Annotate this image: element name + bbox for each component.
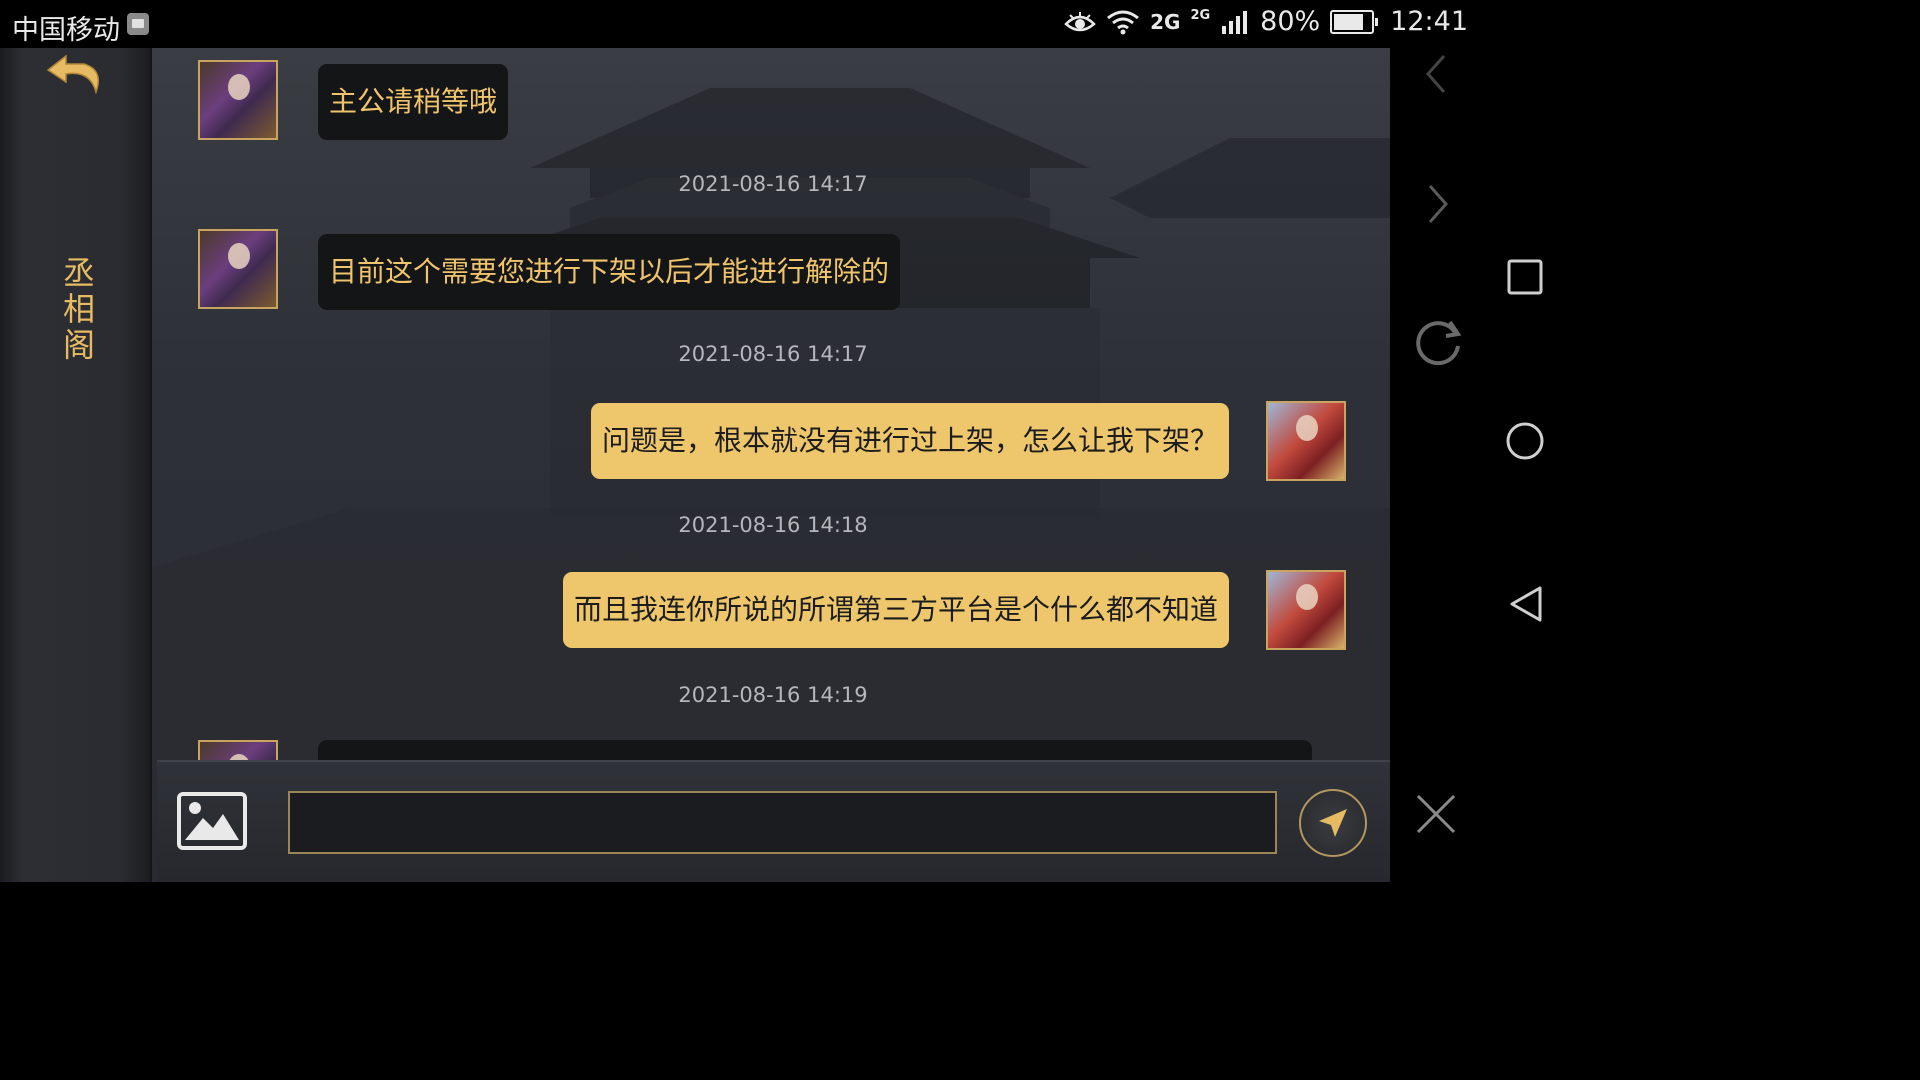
- message-bubble: 目前这个需要您进行下架以后才能进行解除的: [318, 234, 901, 310]
- wifi-icon: [1107, 10, 1140, 34]
- composer-bar: [157, 760, 1390, 882]
- signal-icon: [1222, 10, 1248, 34]
- network-type-b: 2G: [1190, 8, 1211, 23]
- chevron-right-icon[interactable]: [1420, 182, 1456, 226]
- square-icon[interactable]: [1506, 258, 1546, 298]
- battery-percent: 80%: [1260, 6, 1321, 37]
- message-timestamp: 2021-08-16 14:18: [678, 513, 868, 537]
- image-icon[interactable]: [177, 792, 247, 850]
- gallery-notification-icon: [127, 13, 149, 35]
- network-type-a: 2G: [1150, 9, 1181, 34]
- battery-icon: [1330, 9, 1379, 34]
- back-triangle-icon[interactable]: [1506, 584, 1546, 624]
- carrier-name: 中国移动: [12, 15, 120, 46]
- chat-window: 丞相阁 主公请稍等哦 2021-08-16 14:17 目前这个需要您进行下架以…: [0, 48, 1390, 882]
- chevron-left-icon[interactable]: [1418, 52, 1454, 96]
- user-avatar: [1266, 570, 1346, 650]
- message-bubble: 主公请稍等哦: [318, 64, 509, 140]
- status-indicators: 2G 2G 80% 12:41: [1064, 6, 1468, 37]
- support-avatar: [198, 229, 278, 309]
- eye-comfort-icon: [1064, 11, 1096, 31]
- support-avatar: [198, 60, 278, 140]
- message-bubble: 而且我连你所说的所谓第三方平台是个什么都不知道: [562, 572, 1229, 648]
- message-list[interactable]: 主公请稍等哦 2021-08-16 14:17 目前这个需要您进行下架以后才能进…: [150, 48, 1390, 760]
- left-sidebar: 丞相阁: [0, 48, 152, 882]
- clock: 12:41: [1390, 6, 1468, 37]
- message-input[interactable]: [288, 791, 1277, 854]
- message-bubble: 问题是，根本就没有进行过上架，怎么让我下架？: [590, 403, 1229, 479]
- home-circle-icon[interactable]: [1504, 420, 1546, 462]
- message-timestamp: 2021-08-16 14:17: [678, 342, 868, 366]
- message-timestamp: 2021-08-16 14:17: [678, 172, 868, 196]
- support-avatar: [198, 740, 278, 760]
- message-bubble-partial: [318, 740, 1312, 760]
- message-timestamp: 2021-08-16 14:19: [678, 683, 868, 707]
- close-icon[interactable]: [1414, 792, 1458, 836]
- sidebar-title: 丞相阁: [58, 256, 96, 364]
- send-button[interactable]: [1299, 789, 1367, 857]
- back-arrow-icon[interactable]: [44, 52, 108, 106]
- system-nav-strip: [1390, 48, 1568, 882]
- status-bar: 中国移动 2G 2G 80% 12:41: [0, 0, 1568, 48]
- user-avatar: [1266, 401, 1346, 481]
- send-icon: [1319, 809, 1347, 837]
- refresh-icon[interactable]: [1410, 316, 1466, 372]
